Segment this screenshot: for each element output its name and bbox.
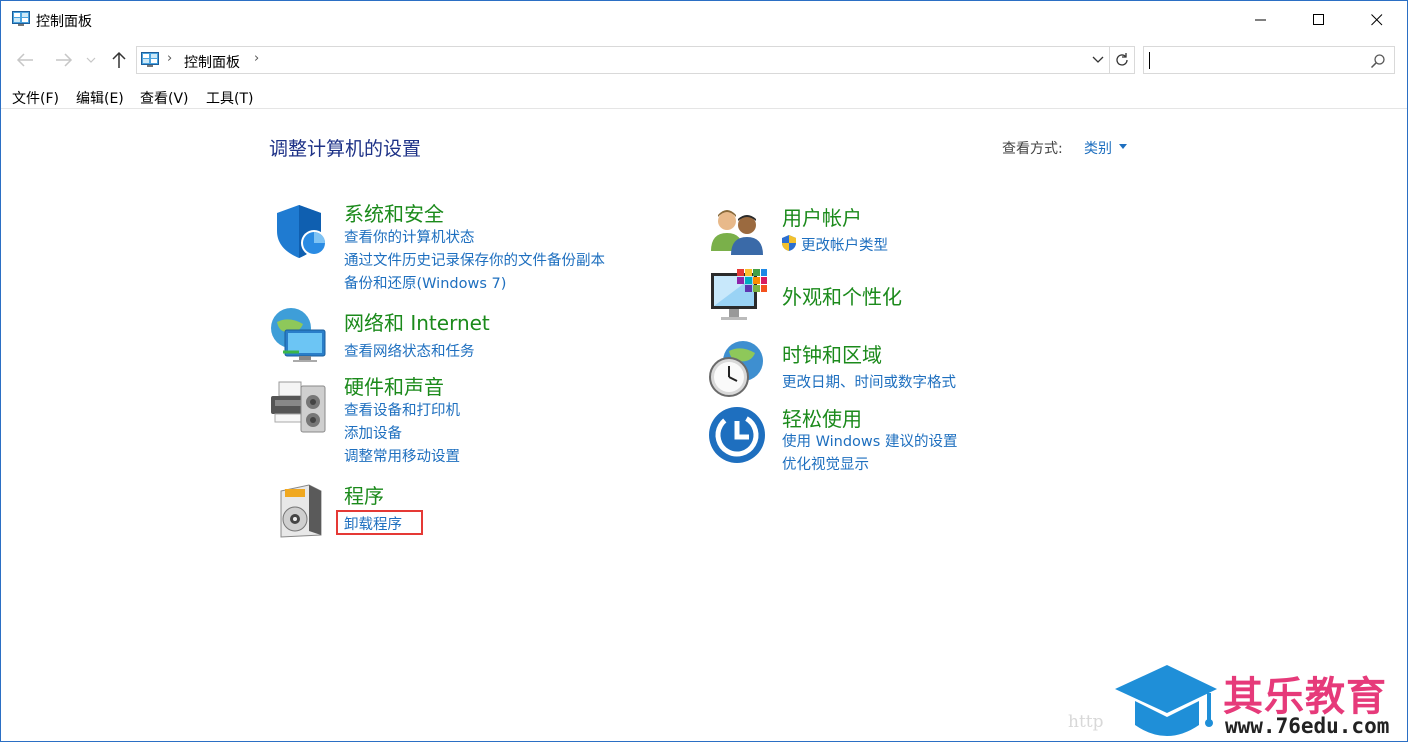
maximize-icon [1313,14,1324,25]
shield-icon[interactable] [269,201,329,261]
breadcrumb-control-panel[interactable]: 控制面板 [184,52,240,72]
category-appearance-personalization[interactable]: 外观和个性化 [782,281,902,310]
category-programs[interactable]: 程序 [344,480,384,509]
network-globe-icon[interactable] [269,304,329,364]
forward-arrow-icon [56,53,73,67]
text-caret [1149,52,1150,69]
link-change-date-time-format[interactable]: 更改日期、时间或数字格式 [782,371,956,392]
view-by-dropdown[interactable]: 类别 [1084,138,1112,158]
close-icon [1371,14,1383,26]
watermark-url: www.76edu.com [1225,714,1390,738]
link-file-history-backup[interactable]: 通过文件历史记录保存你的文件备份副本 [344,249,605,270]
chevron-down-icon [1092,56,1104,63]
category-clock-region[interactable]: 时钟和区域 [782,339,882,368]
breadcrumb-separator-icon[interactable]: › [167,51,172,66]
link-backup-restore[interactable]: 备份和还原(Windows 7) [344,272,506,293]
category-system-security[interactable]: 系统和安全 [344,198,444,227]
forward-button[interactable] [53,49,75,71]
up-arrow-icon [112,51,126,68]
close-button[interactable] [1348,1,1406,39]
printer-icon[interactable] [269,376,329,436]
link-mobility-settings[interactable]: 调整常用移动设置 [344,445,460,466]
menu-tools[interactable]: 工具(T) [206,88,253,108]
back-button[interactable] [14,49,36,71]
ease-of-access-icon[interactable] [707,405,767,465]
menu-bar: 文件(F) 编辑(E) 查看(V) 工具(T) [1,85,1407,109]
highlight-annotation [336,510,423,535]
control-panel-icon [12,11,30,26]
appearance-monitor-icon[interactable] [707,267,767,327]
uac-shield-icon [782,235,796,251]
programs-box-icon[interactable] [269,481,329,541]
control-panel-window: 控制面板 › 控制面板 › 文件(F) 编辑(E) 查看(V) 工具(T) 调整… [0,0,1408,742]
link-change-account-type[interactable]: 更改帐户类型 [801,234,888,255]
search-icon[interactable] [1370,53,1386,69]
recent-locations-button[interactable] [84,49,98,71]
users-icon[interactable] [707,203,767,263]
dropdown-arrow-icon[interactable] [1119,144,1127,149]
breadcrumb-separator-icon[interactable]: › [254,51,259,66]
graduation-cap-logo [1115,665,1217,736]
link-view-computer-status[interactable]: 查看你的计算机状态 [344,226,475,247]
up-button[interactable] [108,49,130,71]
page-title: 调整计算机的设置 [269,138,422,160]
title-bar[interactable]: 控制面板 [1,1,1407,39]
category-user-accounts[interactable]: 用户帐户 [782,202,862,231]
minimize-icon [1255,19,1266,21]
window-title: 控制面板 [36,14,92,30]
link-network-status[interactable]: 查看网络状态和任务 [344,340,475,361]
address-bar[interactable]: › 控制面板 › [136,46,1110,74]
maximize-button[interactable] [1290,1,1348,39]
refresh-icon [1115,53,1128,66]
link-recommended-settings[interactable]: 使用 Windows 建议的设置 [782,430,957,451]
navigation-bar: › 控制面板 › [1,43,1407,77]
back-arrow-icon [16,53,33,67]
refresh-button[interactable] [1109,46,1135,74]
category-ease-of-access[interactable]: 轻松使用 [782,403,862,432]
clock-globe-icon[interactable] [707,339,767,399]
address-dropdown-button[interactable] [1089,51,1107,69]
watermark-http: http [1068,712,1104,732]
chevron-down-icon [86,57,96,63]
category-hardware-sound[interactable]: 硬件和声音 [344,371,444,400]
menu-file[interactable]: 文件(F) [12,88,59,108]
search-input[interactable] [1143,46,1395,74]
control-panel-icon [141,52,159,67]
menu-view[interactable]: 查看(V) [140,88,189,108]
category-network-internet[interactable]: 网络和 Internet [344,307,490,336]
menu-edit[interactable]: 编辑(E) [76,88,124,108]
link-devices-printers[interactable]: 查看设备和打印机 [344,399,460,420]
view-by-label: 查看方式: [1002,141,1063,157]
minimize-button[interactable] [1232,1,1290,39]
link-add-device[interactable]: 添加设备 [344,422,402,443]
link-optimize-visual-display[interactable]: 优化视觉显示 [782,453,869,474]
